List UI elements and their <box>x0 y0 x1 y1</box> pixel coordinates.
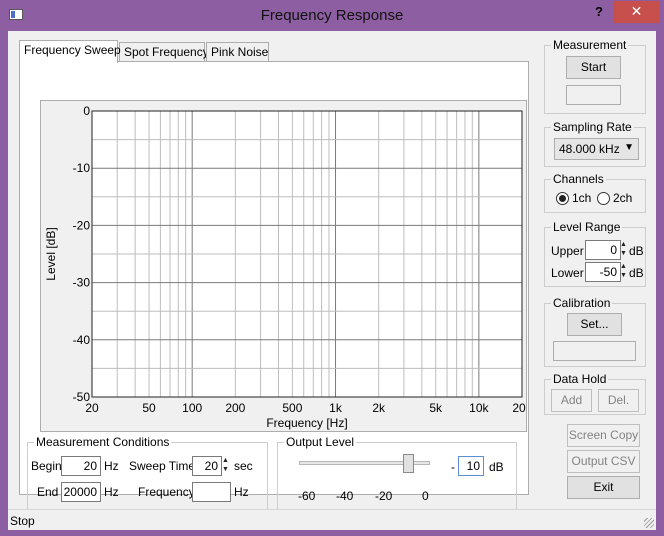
y-tick-label: -40 <box>73 333 91 347</box>
resize-grip-icon[interactable] <box>644 518 654 528</box>
end-label: End <box>37 485 59 499</box>
output-level-title: Output Level <box>284 435 357 449</box>
radio-1ch-label[interactable]: 1ch <box>572 191 591 205</box>
x-tick-label: 10k <box>469 401 489 415</box>
end-unit: Hz <box>104 485 119 499</box>
data-hold-title: Data Hold <box>551 372 609 386</box>
tab-frequency-sweep[interactable]: Frequency Sweep <box>19 40 121 63</box>
x-tick-label: 50 <box>142 401 156 415</box>
exit-button[interactable]: Exit <box>567 476 640 499</box>
sampling-rate-title: Sampling Rate <box>551 120 634 134</box>
output-csv-button[interactable]: Output CSV <box>567 450 640 473</box>
y-tick-label: 0 <box>83 104 90 118</box>
scale-label-0: 0 <box>422 489 429 503</box>
calibration-set-button[interactable]: Set... <box>567 313 622 336</box>
x-tick-label: 20 <box>85 401 99 415</box>
output-level-input[interactable]: 10 <box>458 456 484 476</box>
tab-spot-frequency[interactable]: Spot Frequency <box>119 42 209 62</box>
frequency-input[interactable] <box>192 482 231 502</box>
upper-unit: dB <box>629 244 644 258</box>
calibration-group: Calibration Set... <box>544 296 646 367</box>
sweep-time-spinner[interactable]: ▲ ▼ <box>221 456 230 476</box>
data-hold-delete-button[interactable]: Del. <box>598 389 639 412</box>
output-level-prefix: - <box>451 460 455 474</box>
x-axis-label: Frequency [Hz] <box>266 416 347 430</box>
upper-input[interactable]: 0 <box>585 240 621 260</box>
x-tick-label: 200 <box>225 401 245 415</box>
tab-pink-noise[interactable]: Pink Noise <box>206 42 269 62</box>
client-area: Frequency Sweep Spot Frequency Pink Nois… <box>8 31 656 511</box>
calibration-status-box <box>553 341 636 361</box>
radio-2ch[interactable] <box>597 192 610 205</box>
frequency-sweep-panel: 0 -10 -20 -30 -40 -50 20 50 100 200 500 1k 2k 5k 10k 20… <box>19 61 529 511</box>
scale-label-minus60: -60 <box>298 489 316 503</box>
frequency-unit: Hz <box>234 485 249 499</box>
x-tick-label: 2k <box>372 401 386 415</box>
data-hold-add-button[interactable]: Add <box>551 389 592 412</box>
x-tick-label: 20k <box>512 401 526 415</box>
status-text: Stop <box>10 514 35 528</box>
chevron-down-icon: ▼ <box>624 142 634 153</box>
y-tick-label: -30 <box>73 276 91 290</box>
lower-label: Lower <box>551 266 584 280</box>
measurement-conditions-title: Measurement Conditions <box>34 435 172 449</box>
app-window: Frequency Response ? ✕ Frequency Sweep S… <box>0 0 664 536</box>
begin-unit: Hz <box>104 459 119 473</box>
close-button[interactable]: ✕ <box>614 1 659 23</box>
sweep-time-unit: sec <box>234 459 253 473</box>
channels-group: Channels 1ch 2ch <box>544 172 646 213</box>
level-range-title: Level Range <box>551 220 623 234</box>
output-level-slider-thumb[interactable] <box>403 454 415 473</box>
screen-copy-button[interactable]: Screen Copy <box>567 424 640 447</box>
y-axis-label: Level [dB] <box>44 227 58 280</box>
begin-input[interactable]: 20 <box>61 456 101 476</box>
frequency-response-chart: 0-10-20-30-40-5020 50 100 200 500 1k 2k 5k 10k 20… <box>44 104 526 430</box>
scale-label-minus20: -20 <box>375 489 393 503</box>
upper-label: Upper <box>551 244 584 258</box>
chart-frame: 0 -10 -20 -30 -40 -50 20 50 100 200 500 1k 2k 5k 10k 20… <box>40 100 527 432</box>
measurement-conditions-group: Measurement Conditions Begin 20 Hz Sweep… <box>27 435 268 511</box>
lower-input[interactable]: -50 <box>585 262 621 282</box>
channels-title: Channels <box>551 172 606 186</box>
measurement-status-box <box>566 85 621 105</box>
y-tick-label: -10 <box>73 161 91 175</box>
measurement-group: Measurement Start <box>544 38 646 114</box>
output-level-unit: dB <box>489 460 504 474</box>
start-button[interactable]: Start <box>566 56 621 79</box>
calibration-title: Calibration <box>551 296 613 310</box>
status-bar: Stop <box>8 509 656 530</box>
y-tick-label: -20 <box>73 218 91 232</box>
radio-2ch-label[interactable]: 2ch <box>613 191 632 205</box>
x-tick-label: 1k <box>329 401 343 415</box>
help-button[interactable]: ? <box>588 4 610 22</box>
upper-spinner[interactable]: ▲ ▼ <box>619 240 628 260</box>
sweep-time-input[interactable]: 20 <box>192 456 222 476</box>
begin-label: Begin <box>31 459 62 473</box>
scale-label-minus40: -40 <box>336 489 354 503</box>
sampling-rate-group: Sampling Rate 48.000 kHz ▼ <box>544 120 646 167</box>
sampling-rate-value: 48.000 kHz <box>559 142 620 156</box>
frequency-label: Frequency <box>138 485 195 499</box>
title-bar: Frequency Response ? ✕ <box>0 0 664 32</box>
window-title: Frequency Response <box>260 7 404 24</box>
radio-1ch[interactable] <box>556 192 569 205</box>
lower-unit: dB <box>629 266 644 280</box>
lower-spinner[interactable]: ▲ ▼ <box>619 262 628 282</box>
data-hold-group: Data Hold Add Del. <box>544 372 646 415</box>
x-tick-label: 5k <box>429 401 443 415</box>
sweep-time-label: Sweep Time <box>129 459 196 473</box>
output-level-group: Output Level -60 -40 -20 0 - 10 dB <box>277 435 517 511</box>
end-input[interactable]: 20000 <box>61 482 101 502</box>
x-tick-label: 100 <box>182 401 202 415</box>
measurement-title: Measurement <box>551 38 629 52</box>
sampling-rate-select[interactable]: 48.000 kHz ▼ <box>554 138 639 160</box>
x-tick-label: 500 <box>282 401 302 415</box>
level-range-group: Level Range Upper 0 ▲ ▼ dB Lower -50 ▲ ▼ d… <box>544 220 646 287</box>
